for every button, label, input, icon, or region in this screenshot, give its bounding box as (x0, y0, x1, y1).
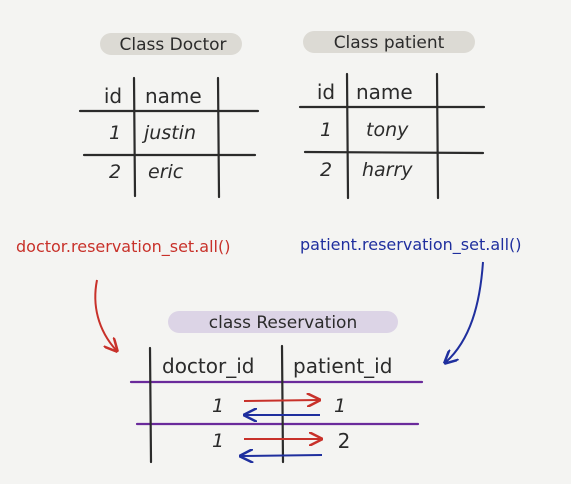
patient-col-rule-2 (435, 72, 440, 200)
patient-query-arrow (446, 261, 484, 362)
patient-query-annotation: patient.reservation_set.all() (300, 235, 522, 255)
reservation-col-rule-1 (148, 346, 153, 464)
doctor-col-rule-1 (132, 76, 137, 198)
patient-header-name: name (356, 80, 413, 104)
doctor-query-arrow (94, 279, 116, 350)
row-2-blue-arrow (242, 455, 323, 456)
doctor-row-1-id: 1 (109, 122, 121, 144)
reservation-table: class Reservation doctor_id patient_id 1… (129, 311, 424, 464)
doctor-row-1-name: justin (141, 122, 196, 144)
row-1-red-arrow (243, 400, 318, 401)
patient-row-rule (303, 150, 485, 155)
reservation-header-patient-id: patient_id (293, 354, 392, 378)
patient-row-2-name: harry (362, 159, 413, 181)
reservation-row-1-patient-id: 1 (334, 395, 346, 417)
diagram-canvas: Class Doctor id name 1 justin 2 eric Cla… (16, 31, 522, 464)
doctor-table: Class Doctor id name 1 justin 2 eric (78, 33, 260, 199)
reservation-header-doctor-id: doctor_id (162, 354, 254, 378)
doctor-col-rule-2 (216, 76, 221, 199)
patient-title: Class patient (334, 33, 445, 53)
doctor-title: Class Doctor (119, 35, 226, 55)
doctor-query-annotation: doctor.reservation_set.all() (16, 237, 230, 257)
doctor-header-name: name (145, 84, 202, 108)
doctor-row-2-id: 2 (109, 161, 121, 183)
patient-row-2-id: 2 (320, 159, 332, 181)
patient-row-1-id: 1 (320, 119, 332, 141)
patient-col-rule-1 (345, 72, 350, 200)
patient-row-1-name: tony (366, 119, 409, 141)
doctor-row-2-name: eric (148, 161, 184, 183)
reservation-row-2-patient-id: 2 (338, 429, 351, 453)
reservation-title: class Reservation (209, 313, 357, 333)
patient-header-id: id (317, 80, 335, 104)
reservation-col-rule-2 (280, 344, 285, 464)
patient-table: Class patient id name 1 tony 2 harry (298, 31, 486, 200)
reservation-row-2-doctor-id: 1 (212, 430, 224, 452)
doctor-header-id: id (104, 84, 122, 108)
reservation-row-1-doctor-id: 1 (212, 395, 224, 417)
